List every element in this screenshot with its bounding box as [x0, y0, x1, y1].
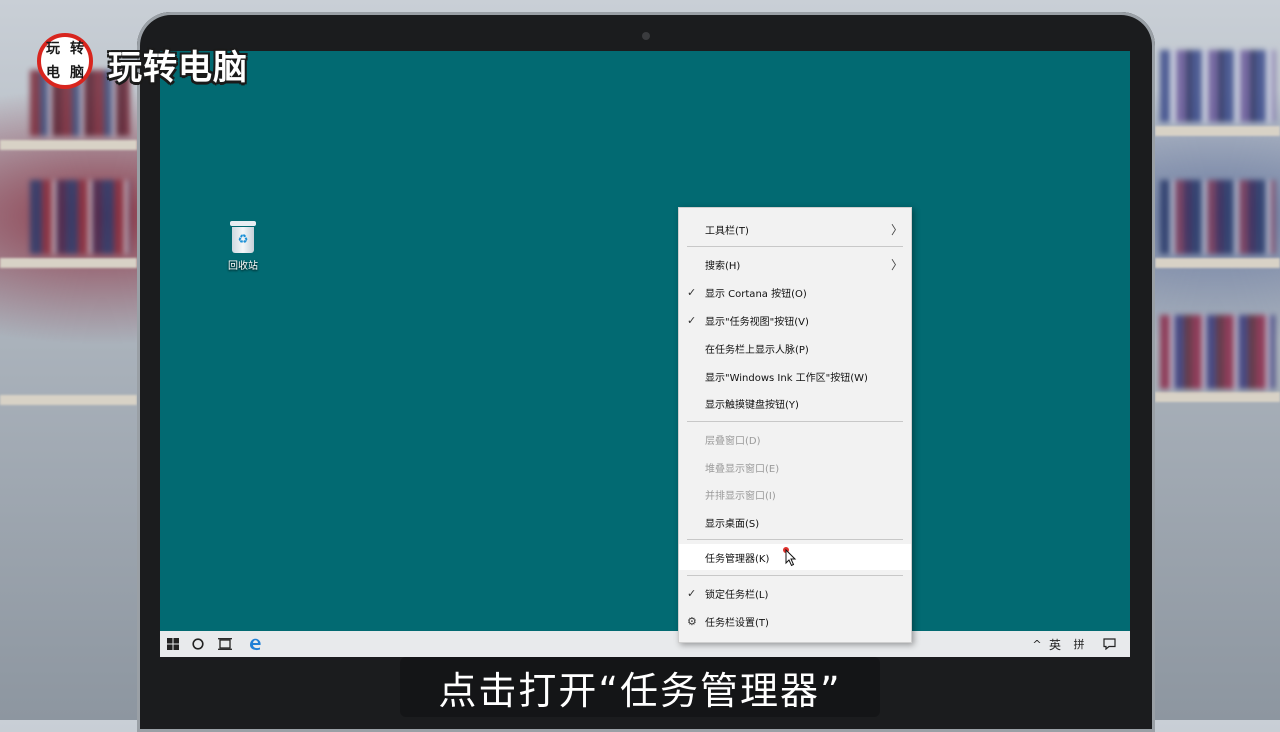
desktop-icon-recycle-bin[interactable]: ♻ 回收站 [216, 221, 270, 272]
menu-item-label: 搜索(H) [705, 260, 741, 272]
menu-item-show-taskview[interactable]: ✓ 显示"任务视图"按钮(V) [679, 307, 911, 333]
menu-item-cascade: 层叠窗口(D) [679, 426, 911, 452]
menu-item-label: 任务栏设置(T) [705, 617, 769, 629]
video-subtitle: 点击打开“任务管理器” [400, 657, 880, 717]
menu-item-stack: 堆叠显示窗口(E) [679, 454, 911, 480]
menu-item-show-ink[interactable]: 显示"Windows Ink 工作区"按钮(W) [679, 363, 911, 389]
menu-item-label: 堆叠显示窗口(E) [705, 463, 780, 475]
menu-item-label: 显示"Windows Ink 工作区"按钮(W) [705, 372, 868, 384]
menu-item-side-by-side: 并排显示窗口(I) [679, 481, 911, 507]
logo-badge-char: 玩 [46, 41, 60, 57]
menu-item-search[interactable]: 搜索(H) 〉 [679, 251, 911, 277]
ime-language-indicator[interactable]: 英 [1046, 631, 1064, 657]
channel-logo-badge: 玩 转 电 脑 [37, 33, 93, 89]
menu-item-label: 显示"任务视图"按钮(V) [705, 316, 809, 328]
background-shelf [0, 258, 137, 268]
background-shelf [1155, 126, 1280, 136]
menu-item-label: 在任务栏上显示人脉(P) [705, 344, 809, 356]
tray-overflow-chevron[interactable]: ^ [1030, 631, 1044, 657]
channel-logo-text: 玩转电脑 [108, 48, 248, 88]
submenu-arrow-icon: 〉 [890, 257, 903, 272]
menu-item-label: 锁定任务栏(L) [705, 589, 769, 601]
menu-item-show-keyboard[interactable]: 显示触摸键盘按钮(Y) [679, 390, 911, 416]
menu-item-label: 显示触摸键盘按钮(Y) [705, 399, 799, 411]
windows-start-icon[interactable] [162, 631, 184, 657]
background-books [30, 180, 130, 254]
background-shelf [1155, 258, 1280, 268]
recycle-bin-icon: ♻ [230, 221, 256, 253]
checkmark-icon: ✓ [687, 313, 697, 327]
taskbar-context-menu: 工具栏(T) 〉 搜索(H) 〉 ✓ 显示 Cortana 按钮(O) ✓ 显示… [678, 207, 912, 643]
menu-item-label: 工具栏(T) [705, 225, 749, 237]
menu-item-show-desktop[interactable]: 显示桌面(S) [679, 509, 911, 535]
menu-separator [687, 575, 903, 576]
checkmark-icon: ✓ [687, 285, 697, 299]
menu-item-lock-taskbar[interactable]: ✓ 锁定任务栏(L) [679, 580, 911, 606]
desktop-screen[interactable]: ♻ 回收站 ^ 英 拼 [160, 51, 1130, 657]
checkmark-icon: ✓ [687, 586, 697, 600]
logo-badge-char: 转 [70, 41, 84, 57]
mouse-pointer-icon [785, 549, 797, 567]
gear-icon: ⚙ [687, 614, 697, 628]
menu-item-show-people[interactable]: 在任务栏上显示人脉(P) [679, 335, 911, 361]
desktop-icon-label: 回收站 [228, 261, 258, 272]
cortana-circle-icon[interactable] [187, 631, 209, 657]
menu-item-show-cortana[interactable]: ✓ 显示 Cortana 按钮(O) [679, 279, 911, 305]
webcam [642, 32, 650, 40]
background-books [1160, 50, 1275, 122]
submenu-arrow-icon: 〉 [890, 222, 903, 237]
logo-badge-char: 脑 [70, 65, 84, 81]
background-shelf [0, 140, 137, 150]
background-books [1160, 180, 1275, 254]
edge-icon[interactable] [244, 631, 266, 657]
action-center-icon[interactable] [1098, 631, 1120, 657]
background-books [1160, 315, 1275, 389]
taskbar[interactable]: ^ 英 拼 [160, 631, 1130, 657]
menu-item-label: 任务管理器(K) [705, 553, 770, 565]
menu-item-toolbar[interactable]: 工具栏(T) 〉 [679, 216, 911, 242]
menu-item-label: 层叠窗口(D) [705, 435, 761, 447]
menu-item-label: 并排显示窗口(I) [705, 490, 776, 502]
background-shelf [0, 395, 137, 405]
menu-item-taskbar-settings[interactable]: ⚙ 任务栏设置(T) [679, 608, 911, 634]
menu-separator [687, 421, 903, 422]
menu-item-label: 显示 Cortana 按钮(O) [705, 288, 807, 300]
logo-badge-char: 电 [46, 65, 60, 81]
menu-item-label: 显示桌面(S) [705, 518, 760, 530]
ime-mode-indicator[interactable]: 拼 [1070, 631, 1088, 657]
background-shelf [1155, 392, 1280, 402]
menu-separator [687, 539, 903, 540]
menu-separator [687, 246, 903, 247]
task-view-icon[interactable] [214, 631, 236, 657]
